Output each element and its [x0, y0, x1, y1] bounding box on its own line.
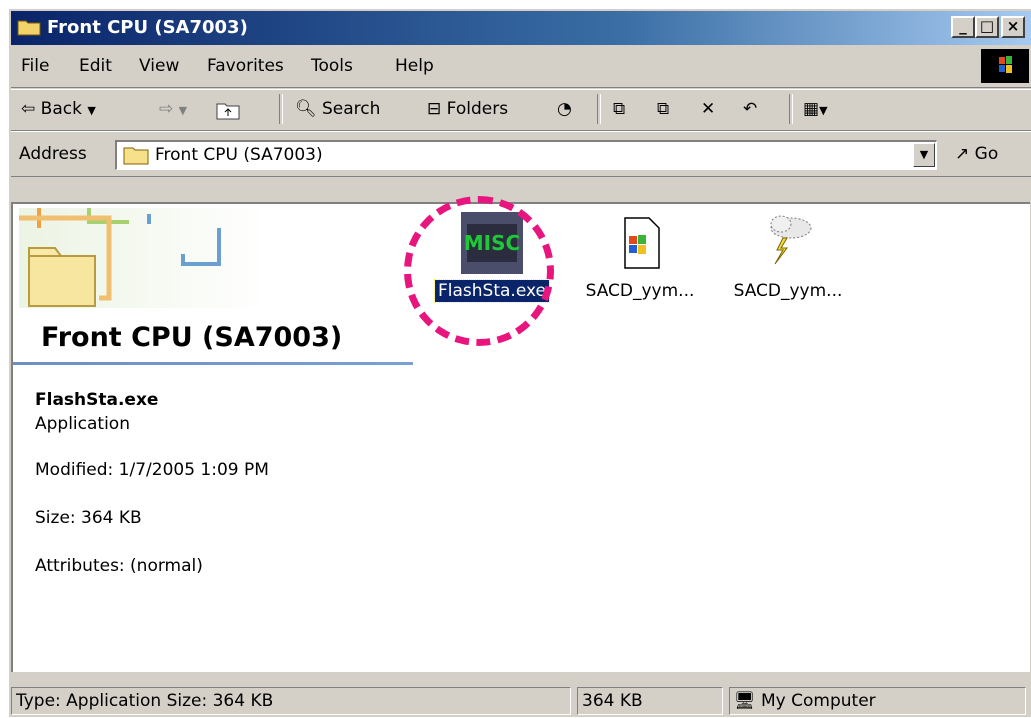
menu-edit[interactable]: Edit	[79, 56, 112, 76]
close-button[interactable]: ×	[1001, 16, 1025, 38]
back-label: Back	[40, 99, 82, 119]
menu-bar: File Edit View Favorites Tools Help	[11, 47, 1031, 88]
folders-button[interactable]: ⊟ Folders	[427, 99, 508, 119]
move-to-icon: ⧉	[613, 99, 626, 119]
history-button[interactable]: ◔	[557, 99, 572, 119]
move-to-button[interactable]: ⧉	[613, 99, 625, 119]
copy-to-button[interactable]: ⧉	[657, 99, 669, 119]
search-icon: 🔍︎	[295, 99, 317, 119]
delete-button[interactable]: ✕	[701, 99, 715, 119]
address-label: Address	[19, 144, 87, 164]
folder-view[interactable]: Front CPU (SA7003) FlashSta.exe Applicat…	[11, 202, 1030, 672]
folders-label: Folders	[446, 99, 509, 119]
back-dropdown-icon[interactable]: ▼	[87, 104, 95, 117]
undo-button[interactable]: ↶	[743, 99, 757, 119]
toolbar-separator	[279, 94, 283, 124]
selected-file-modified: Modified: 1/7/2005 1:09 PM	[35, 460, 269, 480]
address-value: Front CPU (SA7003)	[155, 145, 323, 165]
up-folder-button[interactable]	[215, 99, 241, 121]
windows-logo-icon	[981, 49, 1029, 83]
up-folder-icon	[216, 103, 240, 120]
status-type: Type: Application Size: 364 KB	[11, 687, 571, 715]
back-arrow-icon: ⇦	[21, 99, 36, 119]
explorer-window: Front CPU (SA7003) _ □ × File Edit View …	[8, 8, 1031, 717]
go-label: Go	[974, 144, 999, 164]
heading-underline	[13, 362, 413, 365]
menu-file[interactable]: File	[21, 56, 49, 76]
menu-help[interactable]: Help	[395, 56, 434, 76]
folder-heading: Front CPU (SA7003)	[41, 322, 343, 353]
file-label: SACD_yym...	[733, 281, 843, 301]
folder-banner-graphic	[19, 208, 269, 308]
toolbar-separator	[597, 94, 601, 124]
windows-doc-icon	[624, 217, 660, 269]
selected-file-size: Size: 364 KB	[35, 508, 142, 528]
views-icon: ▦	[803, 99, 820, 119]
window-title: Front CPU (SA7003)	[47, 17, 248, 38]
maximize-button[interactable]: □	[975, 16, 999, 38]
search-label: Search	[322, 99, 381, 119]
file-label: SACD_yym...	[585, 281, 695, 301]
toolbar: ⇦ Back ▼ ⇨ ▼ 🔍︎ Search ⊟ Folders ◔ ⧉ ⧉ ✕…	[11, 89, 1031, 131]
menu-favorites[interactable]: Favorites	[207, 56, 284, 76]
search-button[interactable]: 🔍︎ Search	[295, 99, 380, 119]
minimize-button[interactable]: _	[951, 16, 975, 38]
status-bar: Type: Application Size: 364 KB 364 KB 🖥︎…	[11, 685, 1031, 718]
selected-file-attributes: Attributes: (normal)	[35, 556, 203, 576]
menu-view[interactable]: View	[139, 56, 179, 76]
address-input[interactable]: Front CPU (SA7003) ▼	[115, 140, 937, 170]
title-bar[interactable]: Front CPU (SA7003) _ □ ×	[11, 11, 1031, 45]
address-dropdown-button[interactable]: ▼	[913, 143, 935, 167]
go-button[interactable]: ↗ Go	[955, 144, 998, 164]
go-arrow-icon: ↗	[955, 144, 970, 164]
selected-file-name: FlashSta.exe	[35, 390, 159, 410]
folder-icon	[123, 147, 149, 165]
undo-icon: ↶	[743, 99, 758, 119]
views-button[interactable]: ▦▼	[803, 99, 828, 119]
status-zone: 🖥︎ My Computer	[729, 687, 1026, 715]
delete-x-icon: ✕	[701, 99, 716, 119]
status-size: 364 KB	[577, 687, 723, 715]
folders-icon: ⊟	[427, 99, 442, 119]
views-dropdown-icon: ▼	[819, 104, 828, 117]
toolbar-separator	[789, 94, 793, 124]
folder-icon	[17, 20, 41, 36]
file-item[interactable]: SACD_yym...	[565, 210, 715, 302]
address-bar: Address Front CPU (SA7003) ▼ ↗ Go	[11, 131, 1031, 177]
forward-button[interactable]: ⇨ ▼	[159, 99, 187, 119]
file-item[interactable]: MISC FlashSta.exe	[417, 210, 567, 303]
misc-chip-icon: MISC	[461, 212, 523, 274]
history-icon: ◔	[557, 99, 572, 119]
file-item[interactable]: SACD_yym...	[713, 210, 863, 302]
menu-tools[interactable]: Tools	[311, 56, 353, 76]
my-computer-icon: 🖥︎	[734, 691, 756, 711]
cloud-lightning-icon	[770, 215, 812, 265]
copy-to-icon: ⧉	[657, 99, 670, 119]
svg-text:MISC: MISC	[464, 231, 520, 255]
back-button[interactable]: ⇦ Back ▼	[21, 99, 96, 119]
file-label: FlashSta.exe	[434, 279, 550, 303]
selected-file-type: Application	[35, 414, 130, 434]
status-zone-label: My Computer	[761, 691, 876, 711]
